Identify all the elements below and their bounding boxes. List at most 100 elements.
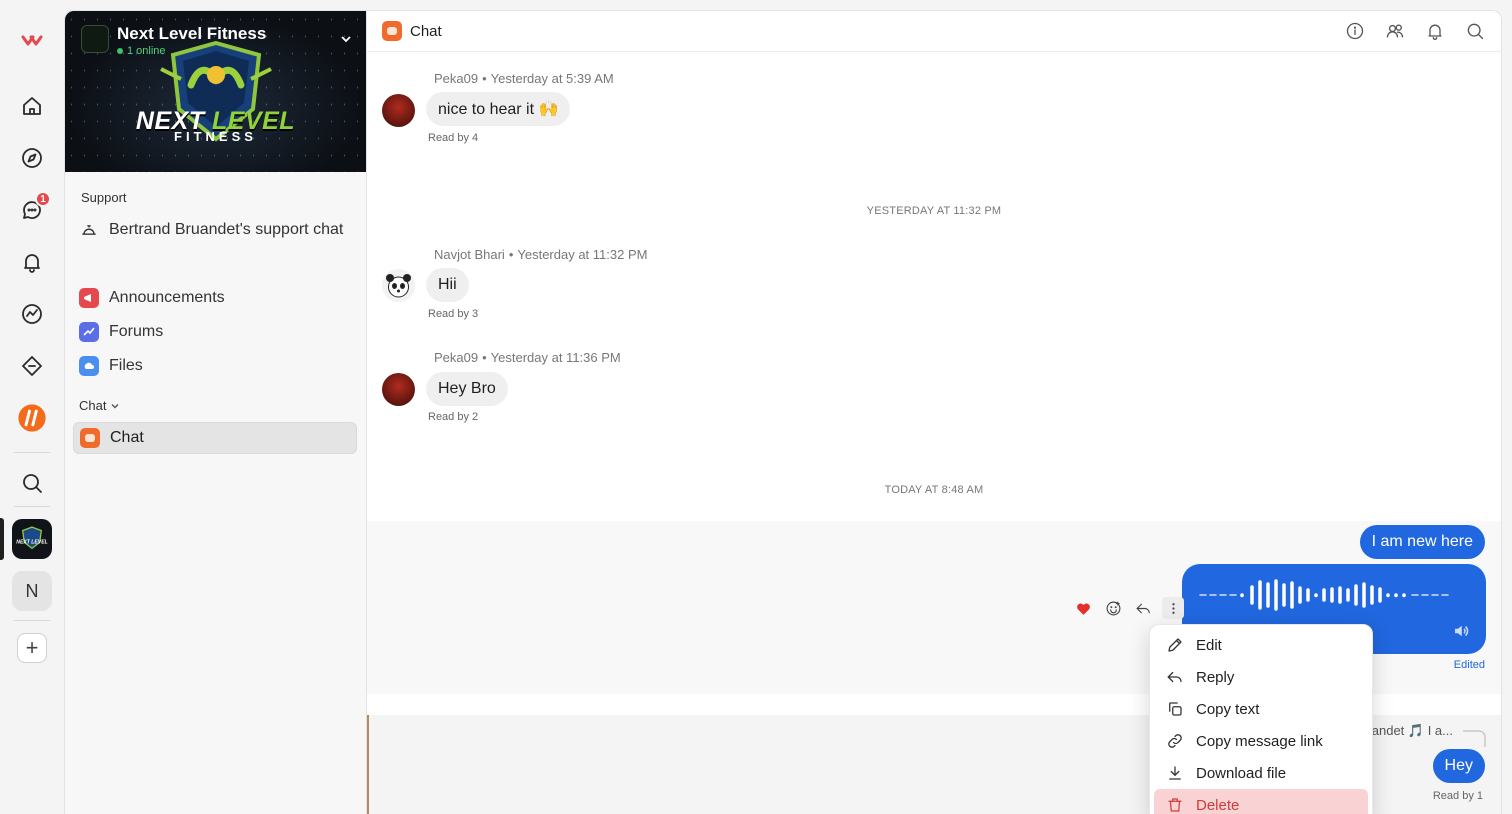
chat-bubble-icon bbox=[80, 428, 100, 448]
cloud-icon bbox=[79, 356, 99, 376]
own-message-bubble[interactable]: I am new here bbox=[1359, 525, 1485, 559]
support-section-label: Support bbox=[81, 190, 127, 205]
banner-logo-subtitle: FITNESS bbox=[174, 129, 257, 144]
channel-label: Forums bbox=[109, 323, 164, 340]
search-icon[interactable] bbox=[1465, 21, 1485, 46]
server-tile-next-level-fitness[interactable]: NEXT LEVEL bbox=[12, 519, 52, 559]
date-divider: YESTERDAY AT 11:32 PM bbox=[866, 205, 1002, 217]
app-rail: 1 NEXT LEVEL N + bbox=[0, 0, 64, 814]
chat-bubble-icon bbox=[382, 21, 402, 41]
message-time: Yesterday at 5:39 AM bbox=[490, 71, 614, 86]
read-receipt[interactable]: Read by 2 bbox=[428, 411, 478, 423]
compass-icon[interactable] bbox=[12, 138, 52, 178]
menu-edit[interactable]: Edit bbox=[1154, 629, 1368, 661]
concierge-bell-icon bbox=[79, 218, 99, 245]
edited-label: Edited bbox=[1453, 659, 1485, 671]
menu-label: Edit bbox=[1196, 636, 1222, 654]
channel-forums[interactable]: Forums bbox=[73, 316, 357, 348]
members-icon[interactable] bbox=[1385, 21, 1405, 46]
menu-label: Reply bbox=[1196, 668, 1235, 686]
forum-icon bbox=[79, 322, 99, 342]
rail-divider bbox=[14, 506, 50, 507]
menu-reply[interactable]: Reply bbox=[1154, 661, 1368, 693]
message-meta: Peka09 • Yesterday at 11:36 PM bbox=[434, 350, 621, 365]
brand-app-icon[interactable] bbox=[12, 398, 52, 438]
channel-label: Chat bbox=[110, 429, 144, 446]
read-receipt[interactable]: Read by 1 bbox=[1433, 790, 1483, 802]
chat-group-label: Chat bbox=[79, 398, 107, 413]
menu-delete[interactable]: Delete bbox=[1154, 789, 1368, 814]
author-name[interactable]: Peka09 bbox=[434, 350, 478, 365]
menu-label: Copy text bbox=[1196, 700, 1260, 718]
avatar[interactable] bbox=[382, 94, 415, 127]
add-server-button[interactable]: + bbox=[17, 633, 47, 663]
search-icon[interactable] bbox=[12, 463, 52, 503]
avatar[interactable] bbox=[382, 373, 415, 406]
message-bubble[interactable]: Hey Bro bbox=[426, 372, 508, 406]
author-name[interactable]: Peka09 bbox=[434, 71, 478, 86]
home-icon[interactable] bbox=[12, 86, 52, 126]
chat-group-toggle[interactable]: Chat bbox=[79, 398, 120, 413]
reply-icon bbox=[1167, 671, 1182, 683]
read-receipt[interactable]: Read by 4 bbox=[428, 132, 478, 144]
reply-preview[interactable]: andet 🎵 I a... bbox=[1372, 723, 1453, 739]
menu-label: Download file bbox=[1196, 764, 1287, 782]
channel-files[interactable]: Files bbox=[73, 350, 357, 382]
server-name: Next Level Fitness bbox=[117, 24, 267, 43]
date-divider: TODAY AT 8:48 AM bbox=[884, 484, 984, 496]
server-tile-n[interactable]: N bbox=[12, 571, 52, 611]
menu-copy-link[interactable]: Copy message link bbox=[1154, 725, 1368, 757]
bell-icon[interactable] bbox=[1425, 21, 1445, 46]
reply-connector bbox=[1463, 730, 1486, 747]
support-chat-item[interactable]: Bertrand Bruandet's support chat bbox=[79, 218, 355, 245]
message-time: Yesterday at 11:32 PM bbox=[517, 247, 648, 262]
add-reaction-icon[interactable] bbox=[1102, 597, 1124, 619]
notification-badge: 1 bbox=[35, 191, 51, 207]
avatar[interactable] bbox=[382, 269, 415, 302]
megaphone-icon bbox=[79, 288, 99, 308]
bell-icon[interactable] bbox=[12, 242, 52, 282]
app-logo-icon[interactable] bbox=[12, 20, 52, 60]
channel-chat[interactable]: Chat bbox=[73, 422, 357, 454]
menu-label: Delete bbox=[1196, 796, 1240, 814]
rail-divider bbox=[14, 620, 50, 621]
pencil-icon bbox=[1168, 638, 1182, 652]
info-icon[interactable] bbox=[1345, 21, 1365, 46]
menu-download-file[interactable]: Download file bbox=[1154, 757, 1368, 789]
chat-title: Chat bbox=[410, 22, 442, 40]
active-server-indicator bbox=[0, 518, 4, 560]
messages-icon[interactable]: 1 bbox=[12, 190, 52, 230]
server-logo-icon: NEXT LEVEL bbox=[16, 526, 48, 550]
support-chat-label: Bertrand Bruandet's support chat bbox=[109, 221, 344, 238]
message-time: Yesterday at 11:36 PM bbox=[490, 350, 621, 365]
tag-icon[interactable] bbox=[12, 346, 52, 386]
speaker-icon[interactable] bbox=[1452, 622, 1470, 645]
message-actions-toolbar bbox=[1072, 597, 1184, 619]
server-header[interactable]: Next Level Fitness 1 online bbox=[81, 25, 266, 57]
chat-panel: Chat Peka09 • Yesterday at 5:39 AM nice to… bbox=[366, 10, 1502, 814]
server-avatar bbox=[81, 25, 109, 53]
author-name[interactable]: Navjot Bhari bbox=[434, 247, 505, 262]
audio-waveform[interactable] bbox=[1198, 578, 1458, 612]
more-options-icon[interactable] bbox=[1162, 597, 1184, 619]
channel-label: Announcements bbox=[109, 289, 225, 306]
message-bubble[interactable]: nice to hear it 🙌 bbox=[426, 92, 571, 126]
chevron-down-icon[interactable] bbox=[340, 33, 352, 48]
message-context-menu: Edit Reply Copy text Copy message link D… bbox=[1149, 624, 1373, 814]
trash-icon bbox=[1168, 798, 1182, 812]
menu-label: Copy message link bbox=[1196, 732, 1323, 750]
svg-text:NEXT LEVEL: NEXT LEVEL bbox=[16, 539, 47, 545]
menu-copy-text[interactable]: Copy text bbox=[1154, 693, 1368, 725]
server-banner: NEXT LEVEL FITNESS Next Level Fitness 1 … bbox=[65, 11, 366, 172]
rail-divider bbox=[14, 452, 50, 453]
own-message-bubble[interactable]: Hey bbox=[1432, 749, 1485, 783]
channel-sidebar: NEXT LEVEL FITNESS Next Level Fitness 1 … bbox=[64, 10, 366, 814]
channel-announcements[interactable]: Announcements bbox=[73, 282, 357, 314]
heart-reaction-icon[interactable] bbox=[1072, 597, 1094, 619]
activity-icon[interactable] bbox=[12, 294, 52, 334]
message-meta: Peka09 • Yesterday at 5:39 AM bbox=[434, 71, 614, 86]
download-icon bbox=[1169, 766, 1181, 780]
read-receipt[interactable]: Read by 3 bbox=[428, 308, 478, 320]
reply-icon[interactable] bbox=[1132, 597, 1154, 619]
message-bubble[interactable]: Hii bbox=[426, 268, 469, 302]
